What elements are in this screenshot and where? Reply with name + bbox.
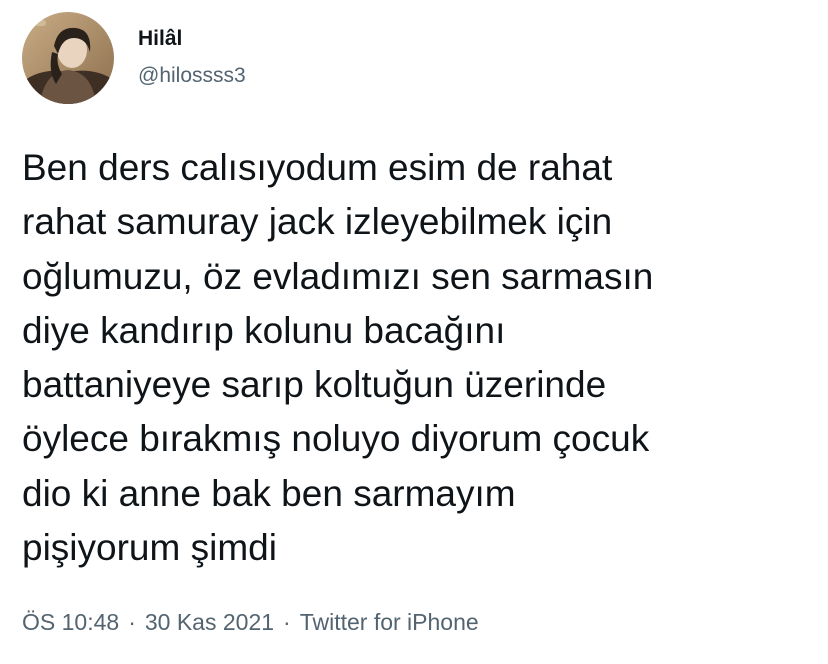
tweet-text-line: Ben ders calısıyodum esim de rahat	[22, 147, 613, 188]
display-name[interactable]: Hilâl	[138, 27, 182, 51]
tweet-source-link[interactable]: Twitter for iPhone	[300, 609, 479, 635]
tweet-text-line: oğlumuzu, öz evladımızı sen sarmasın	[22, 255, 654, 297]
tweet-metadata: ÖS 10:48 · 30 Kas 2021 · Twitter for iPhone	[22, 609, 479, 636]
tweet-text-line: pişiyorum şimdi	[22, 527, 277, 569]
tweet-text-line: öylece bırakmış noluyo diyorum çocuk	[22, 418, 650, 460]
profile-photo-icon	[22, 12, 114, 104]
separator: ·	[283, 609, 291, 635]
tweet-text-line: diye kandırıp kolunu bacağını	[22, 309, 506, 351]
avatar[interactable]	[22, 12, 114, 104]
tweet-text-line: battaniyeye sarıp koltuğun üzerinde	[22, 364, 607, 406]
tweet-date[interactable]: 30 Kas 2021	[145, 609, 274, 635]
tweet-text-line: dio ki anne bak ben sarmayım	[22, 472, 516, 514]
separator: ·	[128, 609, 136, 635]
tweet-text: Ben ders calısıyodum esim de rahat rahat…	[22, 141, 812, 575]
user-handle[interactable]: @hilossss3	[138, 64, 246, 88]
tweet-time[interactable]: ÖS 10:48	[22, 609, 119, 635]
tweet-text-line: rahat samuray jack izleyebilmek için	[22, 201, 613, 243]
tweet-card: Hilâl @hilossss3 Ben ders calısıyodum es…	[0, 0, 828, 664]
